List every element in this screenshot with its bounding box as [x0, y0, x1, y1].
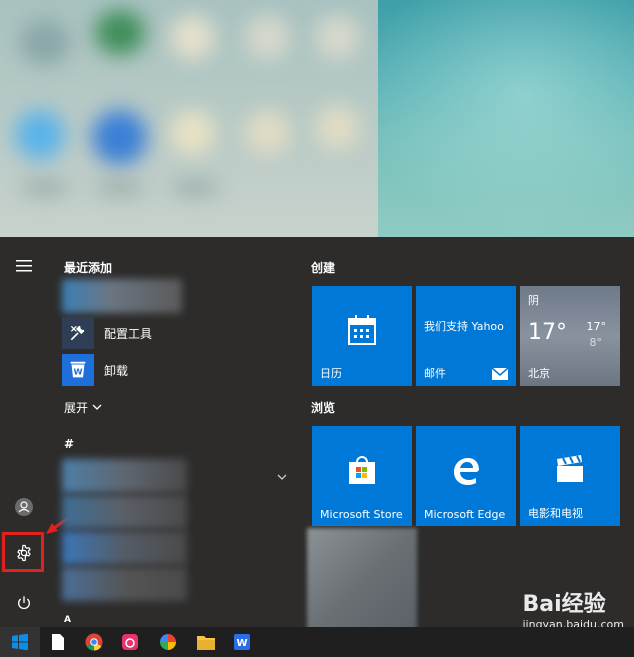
blurred-app-row — [62, 279, 182, 313]
taskbar-app-pink[interactable] — [110, 627, 150, 657]
tiles-area: 创建 日历 我们支持 Yahoo 邮件 阴 17° 17° 8° 北京 浏览 M… — [305, 237, 634, 632]
tile-calendar[interactable]: 日历 — [312, 286, 412, 386]
clapperboard-icon — [520, 454, 620, 484]
start-menu: 最近添加 配置工具 W 卸载 展开 # A 创建 日历 我们支持 Yahoo 邮… — [0, 237, 634, 632]
blurred-app-row — [62, 459, 187, 493]
tools-icon — [62, 317, 94, 349]
recently-added-heading: 最近添加 — [64, 261, 113, 275]
start-rail — [0, 237, 48, 627]
windows-logo-icon — [12, 634, 28, 650]
tile-weather[interactable]: 阴 17° 17° 8° 北京 — [520, 286, 620, 386]
expand-button[interactable]: 展开 — [64, 399, 102, 416]
power-button[interactable] — [4, 583, 44, 623]
blurred-app-row — [62, 495, 187, 529]
weather-condition: 阴 — [528, 294, 539, 307]
blurred-desktop-icons — [0, 0, 378, 237]
taskbar: W — [0, 627, 634, 657]
tile-label: 日历 — [320, 367, 342, 380]
tile-label: Microsoft Edge — [424, 508, 506, 521]
taskbar-file-explorer[interactable] — [186, 627, 226, 657]
app-pink-icon — [122, 634, 138, 650]
hamburger-menu-button[interactable] — [4, 246, 44, 286]
taskbar-photos[interactable] — [148, 627, 188, 657]
app-label: 配置工具 — [104, 326, 153, 341]
alpha-header-a: A — [64, 615, 71, 625]
wallpaper-water — [360, 0, 634, 237]
expand-label: 展开 — [64, 401, 89, 415]
document-icon — [52, 634, 64, 650]
blurred-app-row — [62, 567, 187, 601]
svg-text:W: W — [73, 367, 82, 377]
user-icon — [15, 498, 33, 516]
power-icon — [18, 596, 30, 610]
desktop-wallpaper — [0, 0, 634, 237]
settings-highlight-box — [2, 532, 44, 572]
wps-uninstall-icon: W — [62, 354, 94, 386]
edge-icon — [416, 454, 516, 486]
start-button[interactable] — [0, 627, 40, 657]
svg-text:W: W — [236, 638, 247, 649]
alpha-header-hash: # — [64, 437, 75, 451]
pinwheel-icon — [160, 634, 176, 650]
weather-low: 8° — [589, 336, 603, 349]
envelope-icon — [492, 368, 508, 380]
tile-microsoft-edge[interactable]: Microsoft Edge — [416, 426, 516, 526]
folder-icon — [197, 636, 215, 650]
blurred-tile[interactable] — [307, 528, 417, 632]
recent-app-uninstall[interactable]: W 卸载 — [62, 352, 282, 388]
store-bag-icon — [312, 454, 412, 486]
group-label-create: 创建 — [311, 261, 336, 275]
chevron-down-icon — [277, 474, 287, 480]
weather-temp: 17° — [528, 320, 567, 345]
tile-movies-tv[interactable]: 电影和电视 — [520, 426, 620, 526]
weather-high: 17° — [586, 320, 607, 333]
hamburger-icon — [16, 260, 32, 272]
app-list: 最近添加 配置工具 W 卸载 展开 # A — [58, 237, 298, 627]
taskbar-file-explorer-doc[interactable] — [38, 627, 78, 657]
tile-label: 电影和电视 — [528, 507, 583, 520]
taskbar-chrome[interactable] — [74, 627, 114, 657]
tile-microsoft-store[interactable]: Microsoft Store — [312, 426, 412, 526]
user-account-button[interactable] — [4, 487, 44, 527]
mail-heading: 我们支持 Yahoo — [424, 320, 504, 333]
chrome-icon — [85, 633, 103, 651]
app-label: 卸载 — [104, 363, 129, 378]
tile-mail[interactable]: 我们支持 Yahoo 邮件 — [416, 286, 516, 386]
tile-label: 北京 — [528, 367, 550, 380]
calendar-icon — [312, 314, 412, 346]
group-label-browse: 浏览 — [311, 401, 336, 415]
tile-label: 邮件 — [424, 367, 446, 380]
taskbar-wps[interactable]: W — [222, 627, 262, 657]
wps-icon: W — [234, 634, 250, 650]
baidu-jingyan-watermark: Bai经验 jingyan.baidu.com — [522, 586, 624, 631]
recent-app-config-tool[interactable]: 配置工具 — [62, 315, 282, 351]
tile-label: Microsoft Store — [320, 508, 403, 521]
watermark-brand: Bai经验 — [522, 592, 606, 617]
chevron-down-icon — [92, 404, 102, 410]
blurred-app-row — [62, 531, 187, 565]
